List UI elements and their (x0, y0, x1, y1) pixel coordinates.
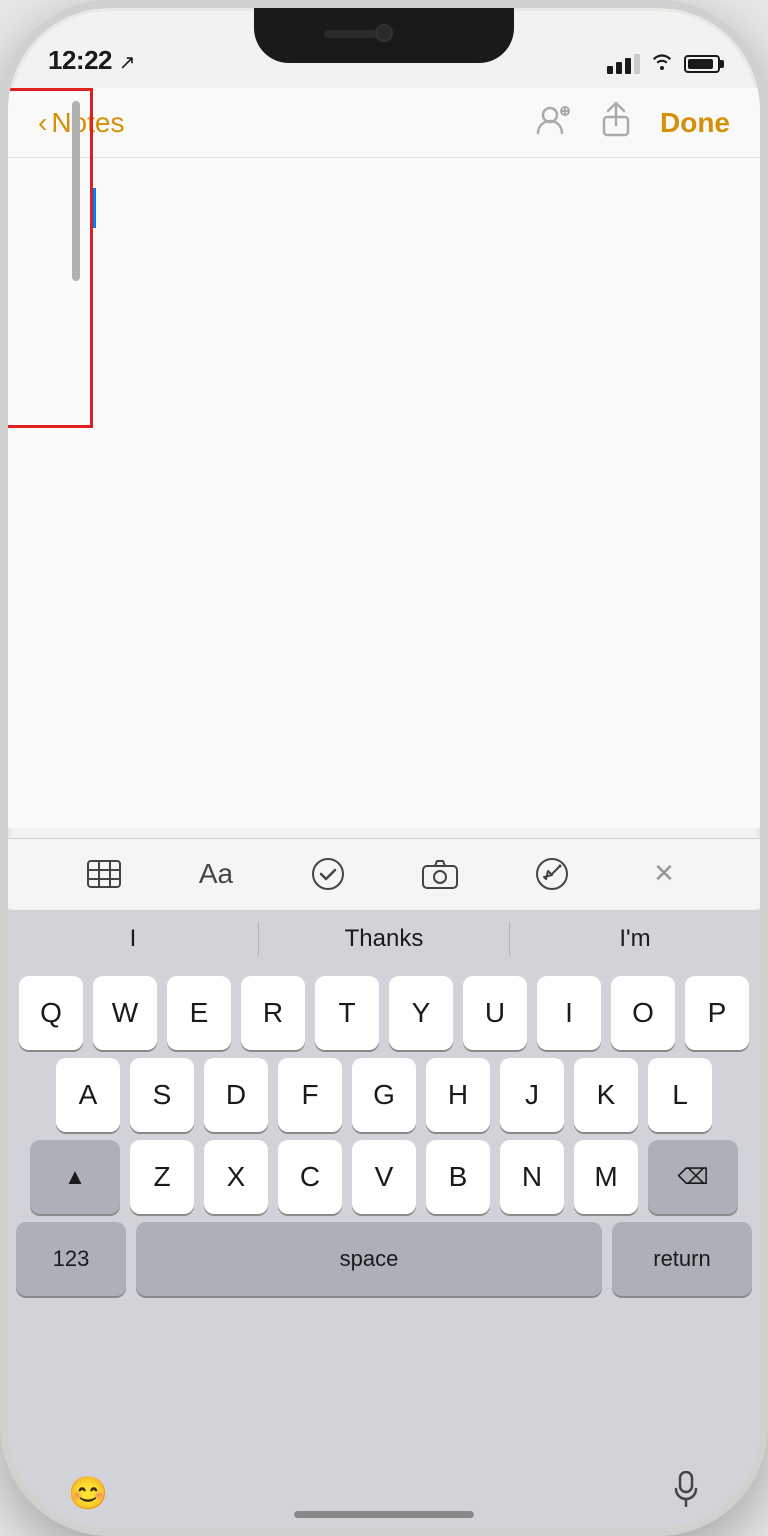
format-toolbar-button[interactable]: Aa (191, 849, 241, 899)
key-R[interactable]: R (241, 976, 305, 1050)
scroll-indicator-area (8, 88, 93, 428)
phone-frame: 12:22 ↗ ‹ Notes (0, 0, 768, 1536)
keyboard-row-3: ▲ Z X C V B N M ⌫ (8, 1132, 760, 1214)
key-H[interactable]: H (426, 1058, 490, 1132)
scroll-thumb[interactable] (72, 101, 80, 281)
close-icon: ✕ (653, 858, 675, 889)
done-button[interactable]: Done (660, 107, 730, 139)
return-key[interactable]: return (612, 1222, 752, 1296)
key-Z[interactable]: Z (130, 1140, 194, 1214)
key-X[interactable]: X (204, 1140, 268, 1214)
key-Y[interactable]: Y (389, 976, 453, 1050)
camera-toolbar-button[interactable] (415, 849, 465, 899)
key-A[interactable]: A (56, 1058, 120, 1132)
note-content-area[interactable] (8, 158, 760, 828)
key-O[interactable]: O (611, 976, 675, 1050)
key-D[interactable]: D (204, 1058, 268, 1132)
shift-key[interactable]: ▲ (30, 1140, 120, 1214)
key-N[interactable]: N (500, 1140, 564, 1214)
key-P[interactable]: P (685, 976, 749, 1050)
space-key[interactable]: space (136, 1222, 602, 1296)
close-toolbar-button[interactable]: ✕ (639, 849, 689, 899)
keyboard-toolbar: Aa ✕ (8, 838, 760, 908)
nav-bar: ‹ Notes Done (8, 88, 760, 158)
home-indicator (294, 1511, 474, 1518)
keyboard: Q W E R T Y U I O P A S D F G H J K L ▲ … (8, 968, 760, 1468)
numbers-key[interactable]: 123 (16, 1222, 126, 1296)
autocomplete-bar: I Thanks I'm (8, 910, 760, 968)
bottom-bar: 😊 (8, 1468, 760, 1528)
key-E[interactable]: E (167, 976, 231, 1050)
signal-icon (607, 54, 640, 74)
text-cursor (93, 188, 96, 228)
key-W[interactable]: W (93, 976, 157, 1050)
scroll-track (72, 101, 80, 381)
delete-key[interactable]: ⌫ (648, 1140, 738, 1214)
location-arrow-icon: ↗ (119, 52, 135, 74)
key-K[interactable]: K (574, 1058, 638, 1132)
markup-toolbar-button[interactable] (527, 849, 577, 899)
mic-key[interactable] (672, 1471, 700, 1515)
key-M[interactable]: M (574, 1140, 638, 1214)
key-J[interactable]: J (500, 1058, 564, 1132)
notch (254, 8, 514, 63)
checklist-toolbar-button[interactable] (303, 849, 353, 899)
keyboard-row-1: Q W E R T Y U I O P (8, 968, 760, 1050)
autocomplete-item-0[interactable]: I (8, 910, 258, 968)
key-I[interactable]: I (537, 976, 601, 1050)
table-toolbar-button[interactable] (79, 849, 129, 899)
key-U[interactable]: U (463, 976, 527, 1050)
key-F[interactable]: F (278, 1058, 342, 1132)
autocomplete-item-2[interactable]: I'm (510, 910, 760, 968)
share-icon[interactable] (600, 101, 632, 145)
status-time: 12:22 ↗ (48, 45, 135, 76)
status-icons (607, 52, 720, 76)
wifi-icon (650, 52, 674, 76)
key-T[interactable]: T (315, 976, 379, 1050)
camera (375, 24, 393, 42)
key-V[interactable]: V (352, 1140, 416, 1214)
emoji-key[interactable]: 😊 (68, 1474, 108, 1512)
keyboard-row-2: A S D F G H J K L (8, 1050, 760, 1132)
key-B[interactable]: B (426, 1140, 490, 1214)
key-Q[interactable]: Q (19, 976, 83, 1050)
key-S[interactable]: S (130, 1058, 194, 1132)
nav-actions: Done (536, 101, 730, 145)
add-collaborator-icon[interactable] (536, 103, 572, 143)
key-L[interactable]: L (648, 1058, 712, 1132)
key-C[interactable]: C (278, 1140, 342, 1214)
battery-icon (684, 55, 720, 73)
keyboard-row-4: 123 space return (8, 1214, 760, 1304)
autocomplete-item-1[interactable]: Thanks (259, 910, 509, 968)
format-icon: Aa (199, 858, 233, 890)
key-G[interactable]: G (352, 1058, 416, 1132)
